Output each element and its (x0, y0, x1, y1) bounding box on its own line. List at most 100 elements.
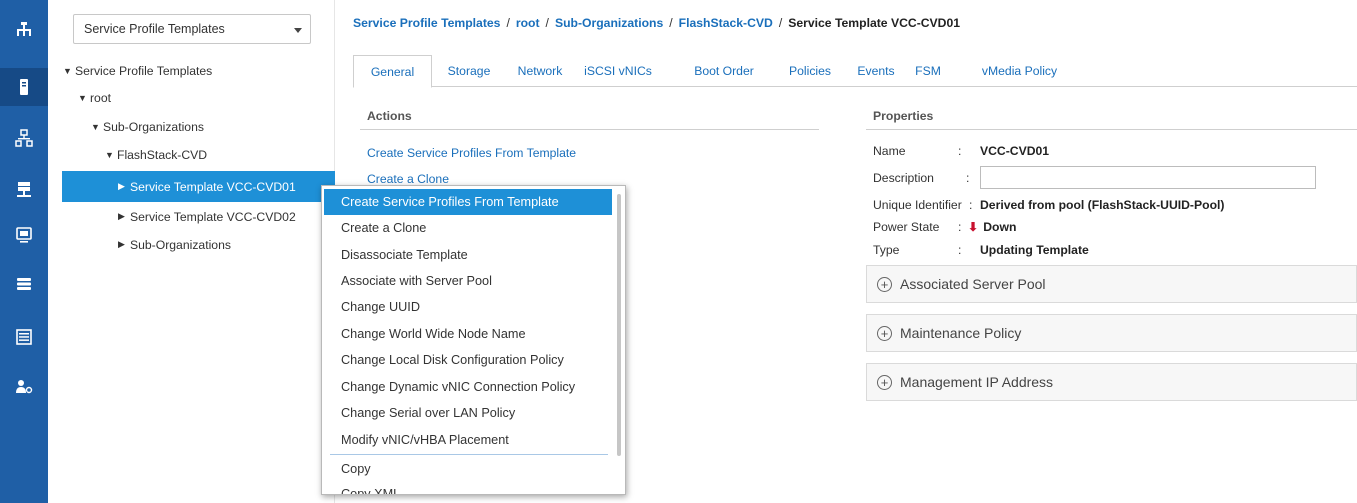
description-colon: : (966, 171, 970, 185)
section-maintenance-policy[interactable]: + Maintenance Policy (866, 314, 1357, 352)
breadcrumb-link-service-profile-templates[interactable]: Service Profile Templates (353, 16, 500, 30)
breadcrumb: Service Profile Templates / root / Sub-Organ… (353, 16, 960, 30)
actions-title: Actions (367, 109, 412, 123)
expand-toggle-icon[interactable]: ▼ (63, 66, 75, 76)
expand-plus-icon: + (877, 276, 892, 292)
properties-title: Properties (873, 109, 934, 123)
tree-node-sub-organizations[interactable]: ▼ Sub-Organizations (48, 113, 335, 140)
expand-plus-icon: + (877, 325, 892, 341)
section-associated-server-pool[interactable]: + Associated Server Pool (866, 265, 1357, 303)
expand-plus-icon: + (877, 374, 892, 390)
vm-icon[interactable] (0, 216, 48, 254)
breadcrumb-separator: / (506, 16, 510, 30)
name-label: Name (873, 144, 906, 158)
tab-storage[interactable]: Storage (440, 55, 498, 87)
tree-node-sub-organizations-child[interactable]: ▶ Sub-Organizations (48, 231, 335, 258)
expand-toggle-icon[interactable]: ▶ (118, 181, 130, 192)
power-state-text: Down (983, 220, 1017, 234)
menu-item-associate-with-server-pool[interactable]: Associate with Server Pool (322, 268, 612, 294)
unique-identifier-colon: : (969, 198, 973, 212)
arrow-down-icon: ⬇ (968, 220, 979, 234)
menu-item-change-local-disk-configuration-policy[interactable]: Change Local Disk Configuration Policy (322, 347, 612, 373)
tree-node-flashstack-cvd[interactable]: ▼ FlashStack-CVD (48, 141, 335, 168)
tab-boot-order[interactable]: Boot Order (686, 55, 762, 87)
tab-general[interactable]: General (353, 55, 432, 88)
menu-item-change-serial-over-lan-policy[interactable]: Change Serial over LAN Policy (322, 400, 612, 426)
menu-item-disassociate-template[interactable]: Disassociate Template (322, 242, 612, 268)
menu-divider (330, 454, 608, 455)
tab-network[interactable]: Network (508, 55, 572, 87)
menu-item-create-service-profiles-from-template[interactable]: Create Service Profiles From Template (324, 189, 612, 215)
admin-icon[interactable] (0, 368, 48, 406)
tree-node-service-template-vcc-cvd01[interactable]: ▶ Service Template VCC-CVD01 (62, 171, 335, 202)
menu-item-change-world-wide-node-name[interactable]: Change World Wide Node Name (322, 321, 612, 347)
name-value: VCC-CVD01 (980, 144, 1050, 158)
tree-node-label: Sub-Organizations (103, 119, 204, 134)
actions-divider (360, 129, 819, 130)
type-colon: : (958, 243, 962, 257)
tab-events[interactable]: Events (853, 55, 899, 87)
menu-scrollbar[interactable] (617, 194, 621, 456)
type-label: Type (873, 243, 900, 257)
storage-icon[interactable] (0, 265, 48, 303)
description-field[interactable] (980, 166, 1316, 189)
menu-item-change-dynamic-vnic-connection-policy[interactable]: Change Dynamic vNIC Connection Policy (322, 374, 612, 400)
action-create-service-profiles-from-template[interactable]: Create Service Profiles From Template (367, 146, 576, 160)
menu-item-change-uuid[interactable]: Change UUID (322, 294, 612, 320)
power-state-colon: : (958, 220, 962, 234)
tree-node-label: Sub-Organizations (130, 237, 231, 252)
tab-vmedia-policy[interactable]: vMedia Policy (971, 55, 1068, 87)
tree-node-service-profile-templates[interactable]: ▼ Service Profile Templates (48, 57, 335, 84)
breadcrumb-link-root[interactable]: root (516, 16, 540, 30)
type-value: Updating Template (980, 243, 1089, 257)
breadcrumb-link-flashstack-cvd[interactable]: FlashStack-CVD (679, 16, 773, 30)
section-label: Associated Server Pool (900, 276, 1046, 292)
navigation-panel: Service Profile Templates ▼ Service Prof… (48, 0, 335, 503)
tree-node-label: FlashStack-CVD (117, 147, 208, 162)
tree-node-label: Service Template VCC-CVD01 (130, 179, 296, 194)
expand-toggle-icon[interactable]: ▶ (118, 239, 130, 250)
context-menu: Create Service Profiles From Template Cr… (321, 185, 626, 495)
section-label: Management IP Address (900, 374, 1054, 390)
tree-node-service-template-vcc-cvd02[interactable]: ▶ Service Template VCC-CVD02 (48, 203, 335, 230)
nav-filter-dropdown[interactable]: Service Profile Templates (73, 14, 311, 44)
menu-item-copy[interactable]: Copy (322, 456, 612, 482)
action-create-a-clone[interactable]: Create a Clone (367, 172, 449, 186)
tab-iscsi-vnics[interactable]: iSCSI vNICs (577, 55, 659, 87)
tree-node-label: Service Profile Templates (75, 63, 213, 78)
expand-toggle-icon[interactable]: ▼ (91, 122, 103, 132)
tab-bar: General Storage Network iSCSI vNICs Boot… (353, 55, 1357, 88)
tab-policies[interactable]: Policies (781, 55, 839, 87)
expand-toggle-icon[interactable]: ▼ (105, 150, 117, 160)
tree-node-label: root (90, 90, 112, 105)
tree-node-root[interactable]: ▼ root (48, 84, 335, 111)
menu-item-create-a-clone[interactable]: Create a Clone (322, 215, 612, 241)
unique-identifier-value: Derived from pool (FlashStack-UUID-Pool) (980, 198, 1225, 212)
breadcrumb-current: Service Template VCC-CVD01 (788, 16, 961, 30)
breadcrumb-separator: / (669, 16, 673, 30)
name-colon: : (958, 144, 962, 158)
expand-toggle-icon[interactable]: ▶ (118, 211, 130, 222)
san-icon[interactable] (0, 171, 48, 209)
section-management-ip-address[interactable]: + Management IP Address (866, 363, 1357, 401)
server-icon[interactable] (0, 68, 48, 106)
menu-item-copy-xml[interactable]: Copy XML (322, 481, 612, 494)
icon-rail (0, 0, 48, 503)
tab-fsm[interactable]: FSM (913, 55, 943, 87)
nav-filter-value: Service Profile Templates (84, 22, 225, 36)
chassis-icon[interactable] (0, 318, 48, 356)
chevron-down-icon (294, 28, 302, 33)
section-label: Maintenance Policy (900, 325, 1022, 341)
power-state-label: Power State (873, 220, 940, 234)
expand-toggle-icon[interactable]: ▼ (78, 93, 90, 103)
power-state-value: ⬇ Down (968, 220, 1016, 234)
lan-icon[interactable] (0, 119, 48, 157)
network-icon[interactable] (0, 11, 48, 49)
unique-identifier-label: Unique Identifier (873, 198, 962, 212)
tree-node-label: Service Template VCC-CVD02 (130, 209, 296, 224)
breadcrumb-link-sub-organizations[interactable]: Sub-Organizations (555, 16, 663, 30)
properties-divider (866, 129, 1357, 130)
description-label: Description (873, 171, 934, 185)
breadcrumb-separator: / (545, 16, 549, 30)
menu-item-modify-vnic-vhba-placement[interactable]: Modify vNIC/vHBA Placement (322, 427, 612, 453)
